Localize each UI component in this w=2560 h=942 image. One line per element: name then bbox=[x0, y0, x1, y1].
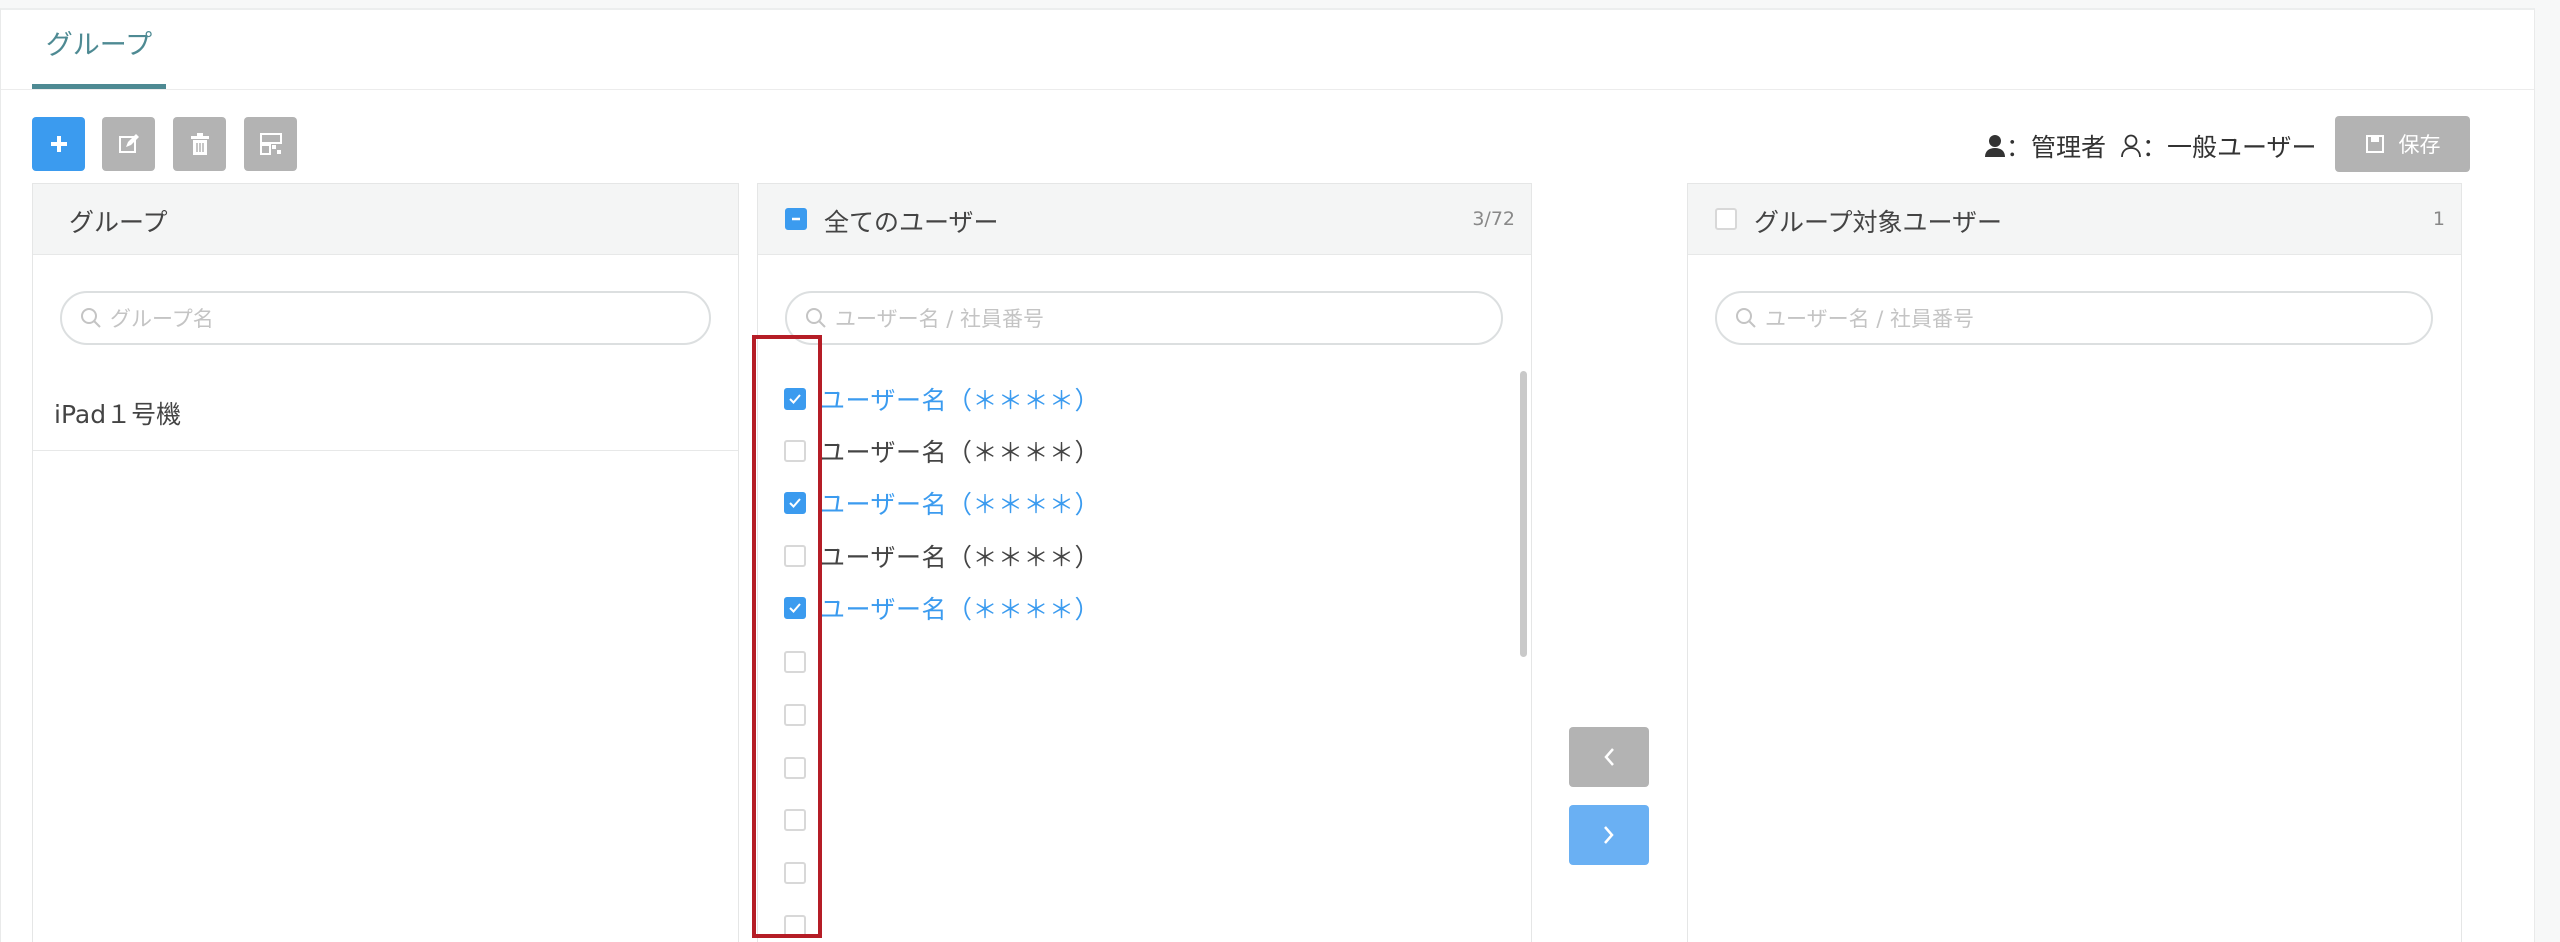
edit-button[interactable] bbox=[102, 117, 155, 171]
target-users-count: 1 bbox=[2432, 208, 2445, 230]
general-user-icon bbox=[2121, 134, 2141, 158]
search-icon bbox=[806, 308, 826, 328]
all-users-panel: 全てのユーザー 3/72 ユーザー名 / 社員番号 ユーザー名（＊＊＊＊） ユーザ… bbox=[757, 183, 1532, 942]
save-icon bbox=[2365, 135, 2384, 153]
target-search-placeholder: ユーザー名 / 社員番号 bbox=[1765, 307, 1975, 331]
all-users-count: 3/72 bbox=[1472, 208, 1515, 230]
admin-user-icon bbox=[1985, 135, 2005, 157]
qr-button[interactable] bbox=[244, 117, 297, 171]
legend-admin-label: ：管理者 bbox=[2006, 133, 2107, 162]
checkbox-highlight-frame bbox=[752, 335, 822, 938]
plus-icon bbox=[50, 136, 67, 152]
group-item-label: iPad１号機 bbox=[54, 400, 182, 429]
user-list-item[interactable]: ユーザー名（＊＊＊＊） bbox=[784, 591, 1100, 625]
save-button[interactable]: 保存 bbox=[2335, 116, 2470, 172]
user-list-item[interactable]: ユーザー名（＊＊＊＊） bbox=[784, 434, 1100, 468]
all-users-title: 全てのユーザー bbox=[824, 208, 999, 237]
trash-icon bbox=[190, 133, 209, 155]
move-right-button[interactable] bbox=[1569, 805, 1649, 865]
qr-code-icon bbox=[259, 133, 282, 155]
indeterminate-icon bbox=[792, 217, 800, 221]
groups-panel: グループ グループ名 iPad１号機 bbox=[32, 183, 739, 942]
save-label: 保存 bbox=[2398, 133, 2441, 157]
add-button[interactable] bbox=[32, 117, 85, 171]
user-list-scrollbar[interactable] bbox=[1520, 371, 1527, 657]
user-list-item[interactable]: ユーザー名（＊＊＊＊） bbox=[784, 539, 1100, 573]
groups-panel-title: グループ bbox=[69, 208, 168, 237]
user-list-item[interactable]: ユーザー名（＊＊＊＊） bbox=[784, 382, 1100, 416]
legend-general-label: ：一般ユーザー bbox=[2142, 133, 2317, 162]
group-list-item[interactable]: iPad１号機 bbox=[33, 374, 738, 451]
tab-group[interactable]: グループ bbox=[32, 30, 166, 89]
edit-icon bbox=[118, 134, 139, 153]
user-label: ユーザー名（＊＊＊＊） bbox=[820, 490, 1101, 519]
select-all-users-checkbox[interactable] bbox=[785, 208, 807, 230]
tab-bar: グループ bbox=[1, 10, 2534, 90]
user-label: ユーザー名（＊＊＊＊） bbox=[820, 386, 1101, 415]
user-label: ユーザー名（＊＊＊＊） bbox=[820, 543, 1101, 572]
user-label: ユーザー名（＊＊＊＊） bbox=[820, 595, 1101, 624]
user-search-placeholder: ユーザー名 / 社員番号 bbox=[835, 307, 1045, 331]
move-left-button[interactable] bbox=[1569, 727, 1649, 787]
group-search-placeholder: グループ名 bbox=[110, 307, 214, 331]
delete-button[interactable] bbox=[173, 117, 226, 171]
group-search-input[interactable]: グループ名 bbox=[60, 291, 711, 345]
main-card: グループ ：管理者 ：一般ユーザー 保存 グループ グループ名 iPad１号機 … bbox=[0, 8, 2535, 942]
chevron-right-icon bbox=[1604, 826, 1614, 844]
user-label: ユーザー名（＊＊＊＊） bbox=[820, 438, 1101, 467]
all-users-panel-header: 全てのユーザー 3/72 bbox=[758, 184, 1531, 255]
app-root: グループ ：管理者 ：一般ユーザー 保存 グループ グループ名 iPad１号機 … bbox=[0, 0, 2560, 942]
target-users-panel: グループ対象ユーザー 1 ユーザー名 / 社員番号 bbox=[1687, 183, 2462, 942]
role-legend: ：管理者 ：一般ユーザー bbox=[1984, 129, 2323, 163]
target-users-panel-header: グループ対象ユーザー 1 bbox=[1688, 184, 2461, 255]
select-all-targets-checkbox[interactable] bbox=[1715, 208, 1737, 230]
target-search-input[interactable]: ユーザー名 / 社員番号 bbox=[1715, 291, 2433, 345]
search-icon bbox=[81, 308, 101, 328]
groups-panel-header: グループ bbox=[33, 184, 738, 255]
chevron-left-icon bbox=[1604, 748, 1614, 766]
user-search-input[interactable]: ユーザー名 / 社員番号 bbox=[785, 291, 1503, 345]
search-icon bbox=[1736, 308, 1756, 328]
target-users-title: グループ対象ユーザー bbox=[1754, 208, 2003, 237]
user-list-item[interactable]: ユーザー名（＊＊＊＊） bbox=[784, 486, 1100, 520]
